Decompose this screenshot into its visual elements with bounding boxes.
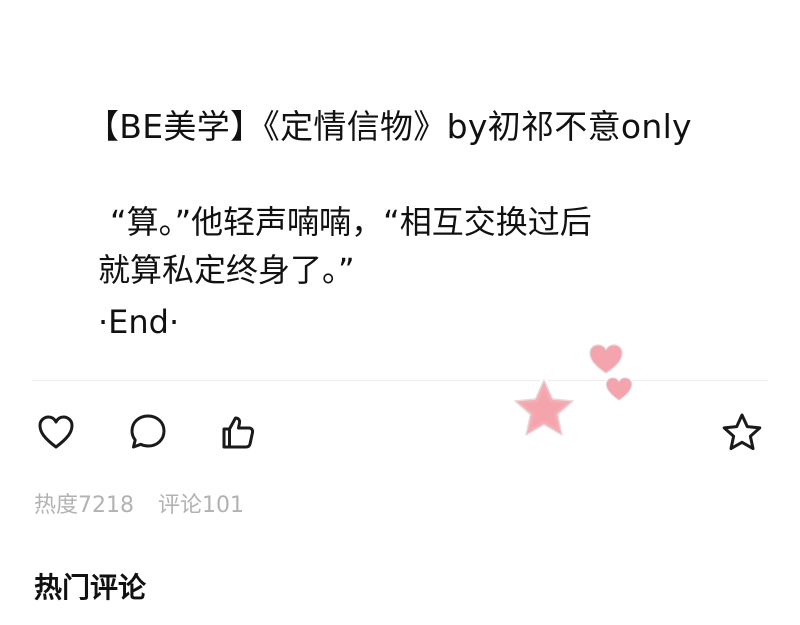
favorite-button[interactable] [720, 410, 764, 454]
star-sticker [511, 376, 577, 439]
post-end-marker: ·End· [98, 303, 180, 341]
comment-count[interactable]: 评论101 [158, 493, 244, 518]
heart-sticker [604, 375, 634, 403]
comment-bubble-icon [130, 414, 166, 449]
heart-sticker [587, 342, 625, 376]
heat-count: 热度7218 [34, 493, 134, 518]
post-body-line: 就算私定终身了。” [98, 251, 355, 289]
thumbs-up-button[interactable] [216, 410, 260, 454]
thumbs-up-icon [222, 416, 255, 449]
post-body-line: “算。”他轻声喃喃，“相互交换过后 [110, 203, 592, 241]
like-button[interactable] [34, 410, 78, 454]
post-title: 【BE美学】《定情信物》by初祁不意only [86, 107, 692, 146]
heart-icon [38, 415, 74, 449]
post-body: “算。”他轻声喃喃，“相互交换过后 就算私定终身了。” ·End· [98, 198, 738, 346]
star-icon [722, 413, 762, 451]
hot-comments-title: 热门评论 [34, 571, 147, 604]
post-stats: 热度7218 评论101 [34, 487, 244, 519]
comment-button[interactable] [126, 410, 170, 454]
divider [32, 380, 768, 381]
